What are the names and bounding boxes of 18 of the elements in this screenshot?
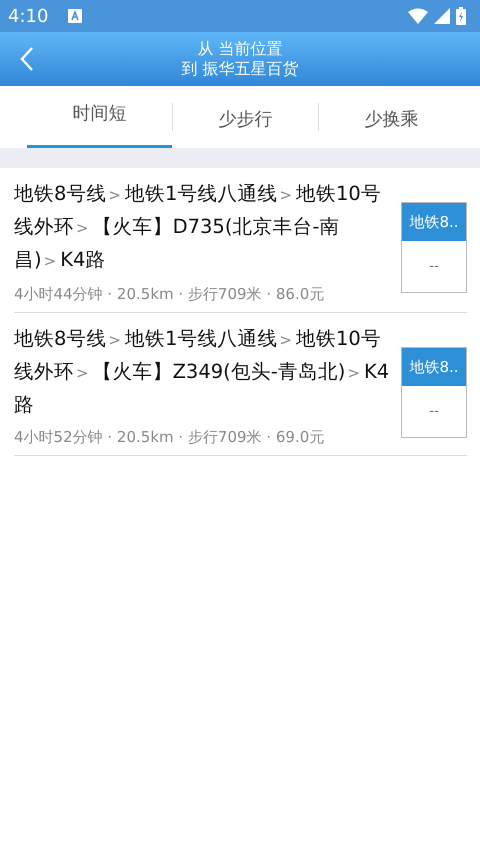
notification-icon	[68, 9, 82, 23]
route-summary: 4小时44分钟 · 20.5km · 步行709米 · 86.0元	[14, 285, 326, 304]
line-value: --	[428, 258, 440, 276]
route-summary: 4小时52分钟 · 20.5km · 步行709米 · 69.0元	[14, 428, 326, 447]
battery-icon	[456, 7, 466, 25]
back-icon[interactable]	[20, 46, 34, 72]
route-path[interactable]: 地铁8号线> 地铁1号线八通线> 地铁10号线外环> 【火车】Z349(包头-青岛北)> K4路	[14, 323, 394, 420]
line-value: --	[428, 403, 440, 421]
tab[interactable]: 少步行	[173, 86, 318, 148]
tab[interactable]: 少换乘	[319, 86, 464, 148]
origin-title: 从 当前位置	[197, 39, 283, 59]
line-label: 地铁8..	[402, 203, 466, 241]
line-label: 地铁8..	[402, 348, 466, 386]
wifi-icon	[408, 8, 428, 24]
destination-title: 到 振华五星百货	[181, 59, 299, 79]
route-path[interactable]: 地铁8号线> 地铁1号线八通线> 地铁10号线外环> 【火车】D735(北京丰台-南昌)> K4路	[14, 178, 394, 277]
signal-icon	[434, 8, 450, 24]
clock: 4:10	[8, 6, 48, 26]
